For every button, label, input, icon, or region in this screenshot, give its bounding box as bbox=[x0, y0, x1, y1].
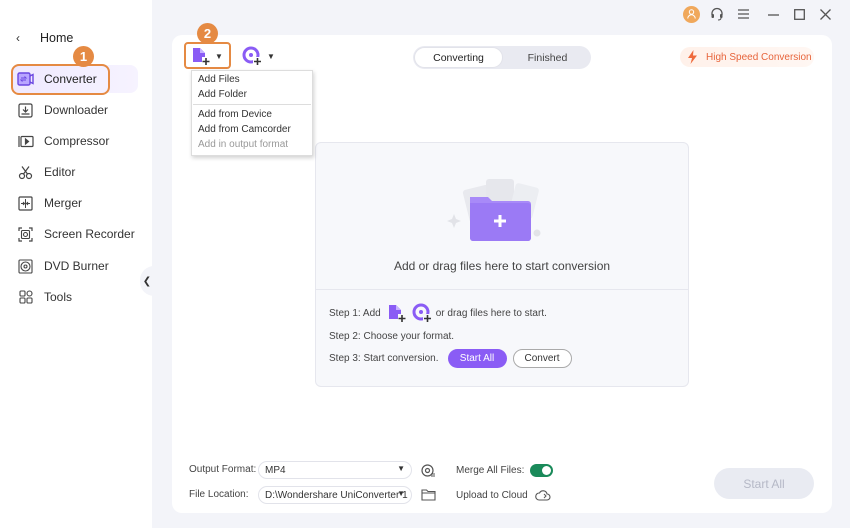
sidebar-item-label: Tools bbox=[44, 290, 73, 304]
chevron-left-icon: ‹ bbox=[16, 31, 20, 45]
headset-icon bbox=[711, 7, 723, 21]
compressor-icon bbox=[17, 133, 34, 150]
tab-finished[interactable]: Finished bbox=[504, 46, 591, 69]
annotation-badge-1: 1 bbox=[73, 46, 94, 67]
start-all-button[interactable]: Start All bbox=[714, 468, 814, 499]
high-speed-label: High Speed Conversion bbox=[706, 51, 812, 63]
menu-item-add-folder[interactable]: Add Folder bbox=[192, 87, 312, 102]
sidebar-item-compressor[interactable]: Compressor bbox=[12, 127, 138, 155]
output-format-value: MP4 bbox=[265, 464, 286, 476]
sidebar-item-label: Compressor bbox=[44, 134, 110, 148]
convert-button-small[interactable]: Convert bbox=[512, 348, 572, 368]
titlebar bbox=[678, 5, 838, 23]
menu-item-add-in-output-format: Add in output format bbox=[198, 139, 289, 150]
chevron-left-icon: ❮ bbox=[142, 275, 152, 287]
add-files-dropdown: Add Files Add Folder Add from Device Add… bbox=[191, 70, 313, 156]
maximize-icon bbox=[793, 8, 805, 20]
format-settings-icon[interactable] bbox=[421, 463, 436, 478]
chevron-down-icon: ▼ bbox=[397, 489, 405, 498]
cloud-upload-icon[interactable] bbox=[535, 488, 551, 501]
drop-zone-upper: Add or drag files here to start conversi… bbox=[316, 143, 688, 290]
downloader-icon bbox=[17, 102, 34, 119]
upload-to-cloud-label: Upload to Cloud bbox=[456, 490, 528, 501]
menu-button[interactable] bbox=[730, 5, 756, 23]
merger-icon bbox=[17, 195, 34, 212]
add-folder-illustration bbox=[447, 179, 541, 241]
minimize-icon bbox=[767, 13, 779, 16]
step1-suffix: or drag files here to start. bbox=[435, 307, 547, 319]
drop-zone-headline: Add or drag files here to start conversi… bbox=[393, 259, 611, 273]
tab-converting[interactable]: Converting bbox=[414, 47, 503, 68]
sidebar-item-label: DVD Burner bbox=[44, 259, 109, 273]
screen-recorder-icon bbox=[17, 226, 34, 243]
close-button[interactable] bbox=[812, 5, 838, 23]
lightning-icon bbox=[688, 50, 697, 64]
dvd-icon bbox=[17, 258, 34, 275]
step3-text: Step 3: Start conversion. bbox=[329, 352, 439, 364]
account-button[interactable] bbox=[678, 5, 704, 23]
sidebar-item-dvd-burner[interactable]: DVD Burner bbox=[12, 252, 138, 280]
converter-icon bbox=[17, 71, 34, 88]
sidebar-item-converter[interactable]: Converter bbox=[12, 65, 138, 93]
menu-item-add-files[interactable]: Add Files bbox=[192, 72, 312, 87]
support-button[interactable] bbox=[704, 5, 730, 23]
sidebar-item-downloader[interactable]: Downloader bbox=[12, 96, 138, 124]
converter-panel: ▼ 2 ▼ Add Files Add Folder Add from Devi… bbox=[172, 23, 832, 513]
sidebar-item-label: Converter bbox=[44, 72, 97, 86]
file-location-label: File Location: bbox=[189, 489, 249, 500]
output-format-select[interactable]: MP4 ▼ bbox=[258, 461, 412, 479]
high-speed-conversion-button[interactable]: High Speed Conversion bbox=[680, 47, 814, 67]
sidebar-item-label: Screen Recorder bbox=[44, 227, 135, 241]
step-2: Step 2: Choose your format. bbox=[329, 331, 455, 342]
sidebar: ‹ Home Converter Downloader Compressor E… bbox=[0, 0, 152, 528]
sidebar-item-editor[interactable]: Editor bbox=[12, 158, 138, 186]
chevron-down-icon: ▼ bbox=[215, 51, 223, 61]
add-dvd-icon bbox=[242, 46, 262, 66]
tools-grid-icon bbox=[17, 289, 34, 306]
step-1: Step 1: Add or drag files here to start. bbox=[329, 303, 547, 323]
file-drop-zone[interactable]: Add or drag files here to start conversi… bbox=[315, 142, 689, 387]
output-format-label: Output Format: bbox=[189, 464, 257, 475]
add-dvd-icon[interactable] bbox=[412, 303, 433, 323]
menu-icon bbox=[737, 9, 749, 19]
menu-item-add-from-device[interactable]: Add from Device bbox=[192, 107, 312, 122]
status-tabs: Converting Finished bbox=[413, 46, 591, 69]
annotation-badge-2: 2 bbox=[197, 23, 218, 44]
chevron-down-icon: ▼ bbox=[397, 464, 405, 473]
step-3: Step 3: Start conversion. Start All Conv… bbox=[329, 347, 572, 369]
minimize-button[interactable] bbox=[760, 5, 786, 23]
maximize-button[interactable] bbox=[786, 5, 812, 23]
merge-all-files-toggle[interactable] bbox=[530, 464, 553, 477]
scissors-icon bbox=[17, 164, 34, 181]
menu-divider bbox=[193, 104, 311, 105]
chevron-down-icon: ▼ bbox=[267, 51, 275, 61]
sidebar-item-screen-recorder[interactable]: Screen Recorder bbox=[12, 220, 138, 248]
file-location-select[interactable]: D:\Wondershare UniConverter 1 ▼ bbox=[258, 486, 412, 504]
file-location-value: D:\Wondershare UniConverter 1 bbox=[265, 489, 408, 501]
sidebar-item-label: Editor bbox=[44, 165, 76, 179]
sidebar-item-label: Merger bbox=[44, 196, 83, 210]
close-icon bbox=[819, 8, 831, 20]
sidebar-item-label: Downloader bbox=[44, 103, 109, 117]
step1-text: Step 1: Add bbox=[329, 307, 381, 319]
merge-all-files-label: Merge All Files: bbox=[456, 465, 525, 476]
sidebar-item-tools[interactable]: Tools bbox=[12, 283, 138, 311]
avatar-icon bbox=[682, 5, 700, 23]
add-dvd-button[interactable]: ▼ bbox=[242, 43, 278, 69]
add-file-icon bbox=[193, 48, 210, 65]
start-all-button-small[interactable]: Start All bbox=[447, 348, 507, 368]
home-link[interactable]: ‹ Home bbox=[16, 31, 73, 45]
folder-icon[interactable] bbox=[421, 488, 436, 501]
add-files-button[interactable]: ▼ bbox=[184, 43, 231, 69]
sidebar-item-merger[interactable]: Merger bbox=[12, 189, 138, 217]
home-label: Home bbox=[40, 31, 74, 45]
add-file-icon[interactable] bbox=[387, 303, 407, 323]
menu-item-add-from-camcorder[interactable]: Add from Camcorder bbox=[192, 122, 312, 137]
